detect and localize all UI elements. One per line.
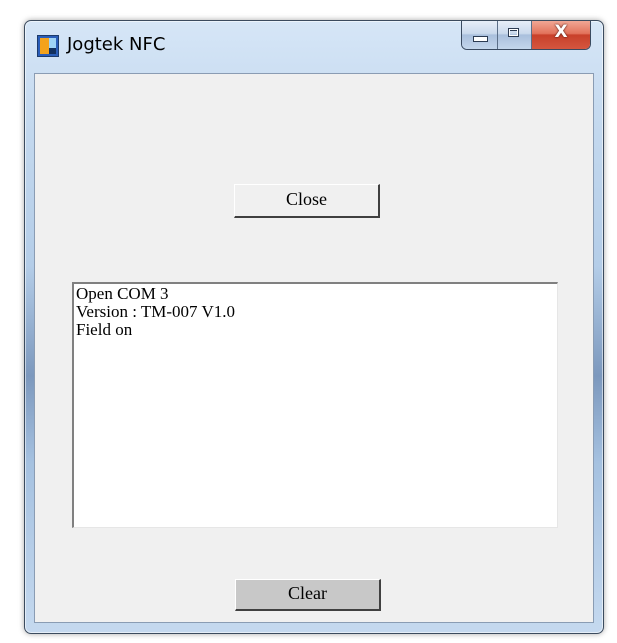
maximize-icon (508, 28, 519, 37)
log-line: Field on (76, 320, 133, 339)
maximize-button[interactable] (498, 21, 532, 49)
app-icon[interactable] (37, 35, 59, 57)
close-icon: X (554, 22, 568, 42)
app-icon-dark-block (49, 48, 56, 54)
app-window: Jogtek NFC X Close Open COM 3 Version : T… (24, 20, 604, 634)
log-textbox[interactable]: Open COM 3 Version : TM-007 V1.0 Field on (72, 282, 558, 528)
log-line: Version : TM-007 V1.0 (76, 302, 235, 321)
title-bar[interactable]: Jogtek NFC X (25, 21, 603, 73)
caption-buttons: X (461, 21, 591, 50)
minimize-button[interactable] (462, 21, 498, 49)
app-icon-blue-block (49, 38, 56, 48)
close-button[interactable]: Close (234, 184, 380, 218)
minimize-icon (473, 36, 488, 42)
log-line: Open COM 3 (76, 284, 169, 303)
window-title: Jogtek NFC (67, 34, 166, 55)
window-close-button[interactable]: X (532, 21, 590, 49)
app-icon-orange-block (40, 38, 49, 54)
clear-button[interactable]: Clear (235, 579, 381, 611)
dialog-client-area: Close Open COM 3 Version : TM-007 V1.0 Fie… (34, 73, 594, 623)
